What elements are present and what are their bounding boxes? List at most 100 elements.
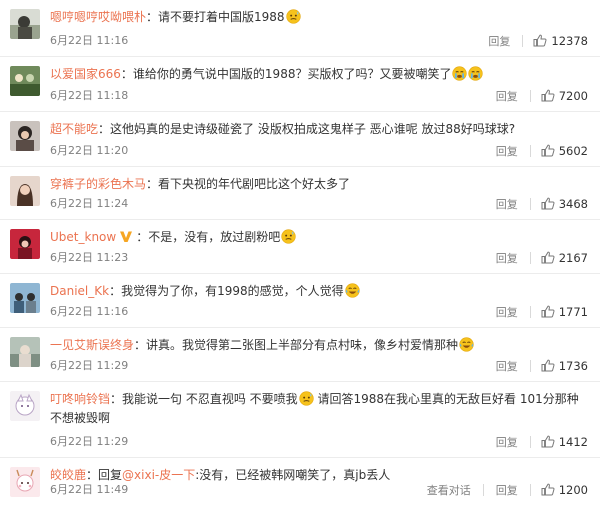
timestamp: 6月22日 11:23 bbox=[50, 251, 129, 264]
timestamp: 6月22日 11:20 bbox=[50, 144, 129, 157]
view-conversation-button[interactable]: 查看对话 bbox=[427, 484, 471, 497]
thumbs-up-icon bbox=[541, 435, 555, 448]
divider bbox=[482, 484, 484, 496]
avatar[interactable] bbox=[10, 9, 40, 39]
like-button[interactable]: 7200 bbox=[541, 88, 588, 105]
like-button[interactable]: 3468 bbox=[541, 196, 588, 213]
reply-button[interactable]: 回复 bbox=[496, 198, 518, 211]
reply-prefix: 回复 bbox=[98, 468, 123, 482]
comment-meta: 6月22日 11:29 回复 1412 bbox=[50, 434, 590, 450]
reply-button[interactable]: 回复 bbox=[496, 484, 518, 497]
like-button[interactable]: 1412 bbox=[541, 434, 588, 451]
like-button[interactable]: 1736 bbox=[541, 358, 588, 375]
reply-button[interactable]: 回复 bbox=[496, 306, 518, 319]
comment-item: 穿裤子的彩色木马：看下央视的年代剧吧比这个好太多了 6月22日 11:24 回复… bbox=[0, 167, 600, 220]
like-count: 5602 bbox=[558, 144, 588, 158]
thumbs-up-icon bbox=[541, 89, 555, 102]
comment-meta: 6月22日 11:18 回复 7200 bbox=[50, 88, 590, 104]
like-button[interactable]: 12378 bbox=[533, 33, 588, 50]
like-button[interactable]: 1771 bbox=[541, 304, 588, 321]
divider bbox=[529, 252, 531, 264]
mention-link[interactable]: @xixi-皮一下 bbox=[122, 468, 195, 482]
avatar[interactable] bbox=[10, 467, 40, 497]
username-link[interactable]: 叮咚响铃铛 bbox=[50, 392, 110, 406]
timestamp: 6月22日 11:18 bbox=[50, 89, 129, 102]
comment-item: 叮咚响铃铛：我能说一句 不忍直视吗 不要喷我 请回答1988在我心里真的无敌巨好… bbox=[0, 382, 600, 458]
comment-item: 以爱国家666：谁给你的勇气说中国版的1988？买版权了吗？又要被嘲笑了 6月2… bbox=[0, 57, 600, 112]
comment-actions: 回复 7200 bbox=[484, 88, 588, 105]
timestamp: 6月22日 11:29 bbox=[50, 359, 129, 372]
reply-button[interactable]: 回复 bbox=[496, 252, 518, 265]
username-link[interactable]: 穿裤子的彩色木马 bbox=[50, 177, 146, 191]
avatar[interactable] bbox=[10, 121, 40, 151]
comment-item: 嗯哼嗯哼哎呦喂朴：请不要打着中国版1988 6月22日 11:16 回复 1237… bbox=[0, 0, 600, 57]
username-link[interactable]: 皎皎鹿 bbox=[50, 468, 86, 482]
username-link[interactable]: Daniel_Kk bbox=[50, 284, 109, 298]
comment-actions: 回复 1736 bbox=[484, 358, 588, 375]
avatar[interactable] bbox=[10, 176, 40, 206]
timestamp: 6月22日 11:16 bbox=[50, 305, 129, 318]
comment-text: 穿裤子的彩色木马：看下央视的年代剧吧比这个好太多了 bbox=[50, 177, 351, 191]
reply-button[interactable]: 回复 bbox=[496, 145, 518, 158]
thumbs-up-icon bbox=[541, 305, 555, 318]
like-count: 2167 bbox=[558, 251, 588, 265]
username-link[interactable]: 嗯哼嗯哼哎呦喂朴 bbox=[50, 10, 146, 24]
comment-text: Daniel_Kk：我觉得为了你，有1998的感觉，个人觉得 bbox=[50, 282, 590, 301]
comment-text: Ubet_know ：不是，没有，放过剧粉吧 bbox=[50, 228, 590, 247]
reply-button[interactable]: 回复 bbox=[488, 35, 510, 48]
divider bbox=[529, 90, 531, 102]
timestamp: 6月22日 11:24 bbox=[50, 197, 129, 210]
thumbs-up-icon bbox=[541, 144, 555, 157]
timestamp: 6月22日 11:16 bbox=[50, 34, 129, 47]
timestamp: 6月22日 11:29 bbox=[50, 435, 129, 448]
comment-item: Ubet_know ：不是，没有，放过剧粉吧 6月22日 11:23 回复 2167 bbox=[0, 220, 600, 274]
verified-badge-icon bbox=[119, 230, 133, 243]
comment-text: 以爱国家666：谁给你的勇气说中国版的1988？买版权了吗？又要被嘲笑了 bbox=[50, 65, 590, 84]
comment-meta: 6月22日 11:20 回复 5602 bbox=[50, 143, 590, 159]
comment-body: 讲真。我觉得第二张图上半部分有点村味，像乡村爱情那种 bbox=[146, 338, 459, 352]
like-button[interactable]: 1200 bbox=[541, 482, 588, 499]
username-link[interactable]: 超不能吃 bbox=[50, 122, 98, 136]
comment-actions: 回复 2167 bbox=[484, 250, 588, 267]
sweat-face-icon bbox=[281, 229, 296, 244]
like-count: 7200 bbox=[558, 89, 588, 103]
comment-body: 看下央视的年代剧吧比这个好太多了 bbox=[158, 177, 351, 191]
timestamp: 6月22日 11:49 bbox=[50, 483, 129, 496]
reply-button[interactable]: 回复 bbox=[496, 436, 518, 449]
divider bbox=[529, 306, 531, 318]
like-button[interactable]: 5602 bbox=[541, 143, 588, 160]
avatar[interactable] bbox=[10, 337, 40, 367]
reply-button[interactable]: 回复 bbox=[496, 360, 518, 373]
laugh-tears-face-icon bbox=[459, 337, 474, 352]
comment-meta: 6月22日 11:24 回复 3468 bbox=[50, 196, 590, 212]
comment-meta: 6月22日 11:23 回复 2167 bbox=[50, 250, 590, 266]
comment-actions: 查看对话 回复 1200 bbox=[415, 482, 588, 499]
comment-feed: 嗯哼嗯哼哎呦喂朴：请不要打着中国版1988 6月22日 11:16 回复 1237… bbox=[0, 0, 600, 506]
avatar[interactable] bbox=[10, 391, 40, 421]
avatar[interactable] bbox=[10, 229, 40, 259]
like-count: 1200 bbox=[558, 483, 588, 497]
like-count: 1771 bbox=[558, 305, 588, 319]
comment-text: 超不能吃：这他妈真的是史诗级碰瓷了 没版权拍成这鬼样子 恶心谁呢 放过88好吗球… bbox=[50, 122, 516, 136]
reply-button[interactable]: 回复 bbox=[496, 90, 518, 103]
comment-body: 这他妈真的是史诗级碰瓷了 没版权拍成这鬼样子 恶心谁呢 放过88好吗球球? bbox=[110, 122, 516, 136]
username-link[interactable]: Ubet_know bbox=[50, 230, 116, 244]
like-button[interactable]: 2167 bbox=[541, 250, 588, 267]
comment-item: 超不能吃：这他妈真的是史诗级碰瓷了 没版权拍成这鬼样子 恶心谁呢 放过88好吗球… bbox=[0, 112, 600, 167]
comment-actions: 回复 3468 bbox=[484, 196, 588, 213]
divider bbox=[529, 198, 531, 210]
divider bbox=[529, 484, 531, 496]
avatar[interactable] bbox=[10, 283, 40, 313]
username-link[interactable]: 一见艾斯误终身 bbox=[50, 338, 134, 352]
like-count: 3468 bbox=[558, 197, 588, 211]
thumbs-up-icon bbox=[541, 197, 555, 210]
comment-actions: 回复 5602 bbox=[484, 143, 588, 160]
username-link[interactable]: 以爱国家666 bbox=[50, 67, 121, 81]
divider bbox=[529, 360, 531, 372]
comment-actions: 回复 1771 bbox=[484, 304, 588, 321]
comment-actions: 回复 1412 bbox=[484, 434, 588, 451]
avatar[interactable] bbox=[10, 66, 40, 96]
divider bbox=[529, 436, 531, 448]
comment-text: 嗯哼嗯哼哎呦喂朴：请不要打着中国版1988 bbox=[50, 8, 590, 27]
comment-item: Daniel_Kk：我觉得为了你，有1998的感觉，个人觉得 6月22日 11:… bbox=[0, 274, 600, 328]
